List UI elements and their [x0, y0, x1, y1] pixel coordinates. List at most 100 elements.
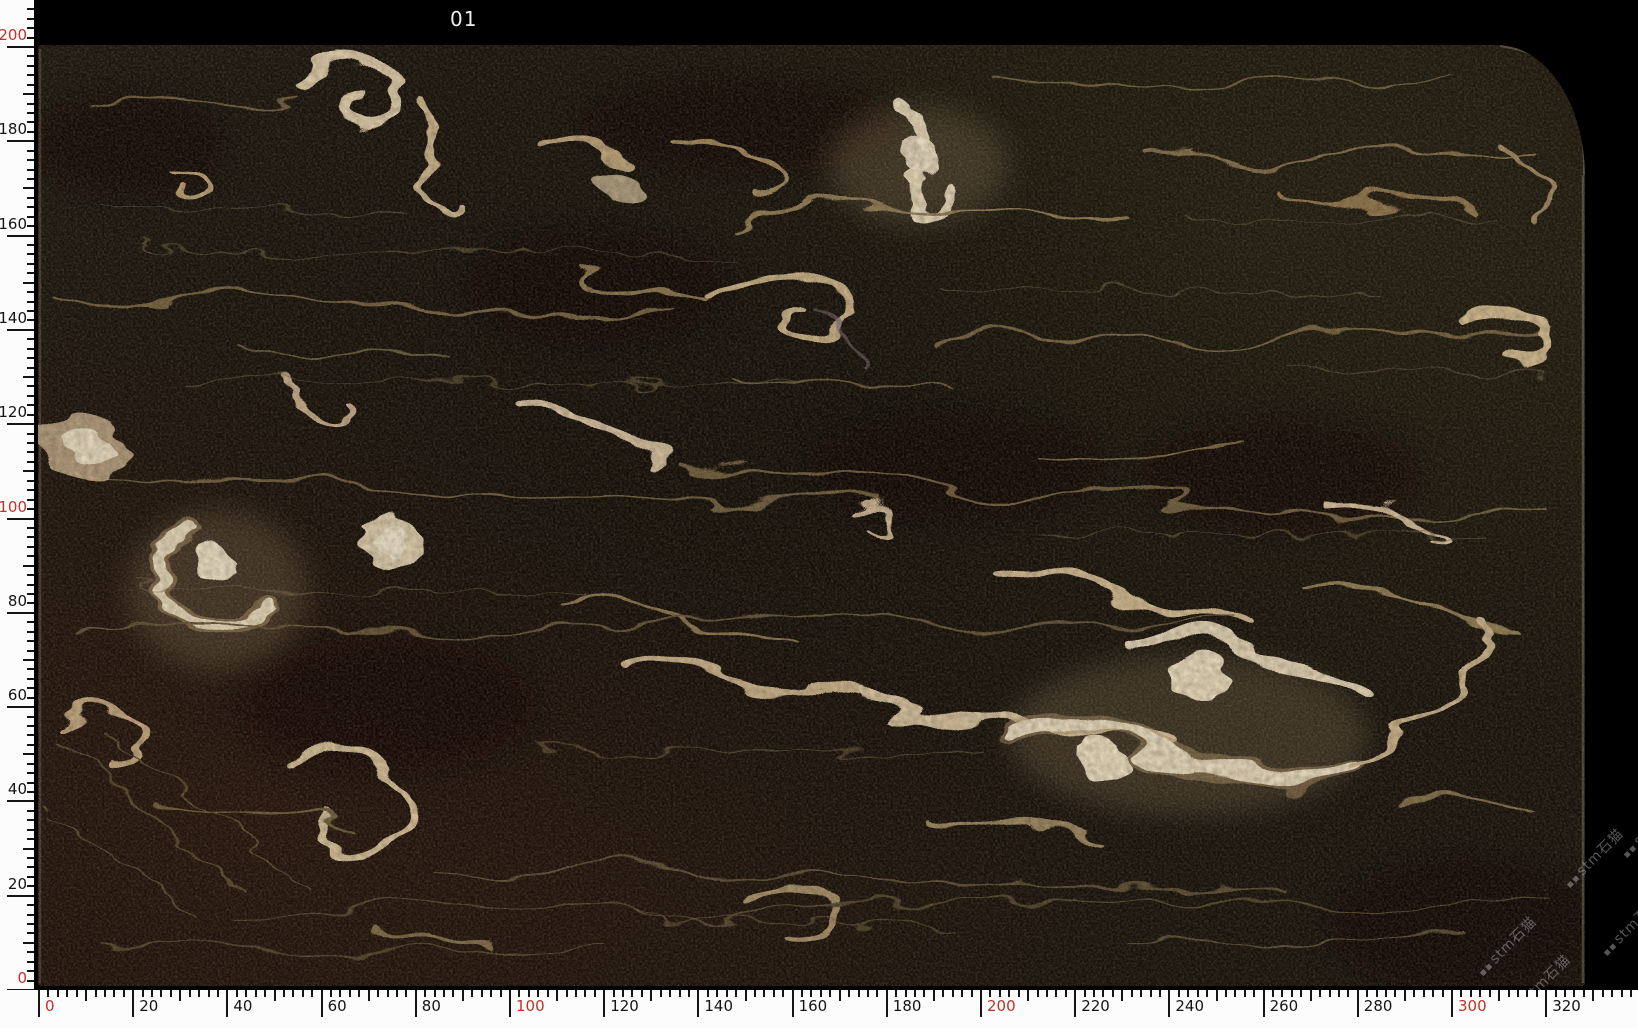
ruler-bottom-tick — [1432, 990, 1434, 997]
ruler-bottom-label: 20 — [139, 998, 158, 1014]
ruler-left-tick — [27, 74, 34, 76]
ruler-bottom-tick — [1281, 990, 1283, 997]
ruler-left-tick — [27, 678, 34, 680]
ruler-bottom-tick — [452, 990, 454, 997]
ruler-bottom-tick — [339, 990, 341, 997]
ruler-left-tick — [27, 169, 34, 171]
ruler-bottom-tick — [933, 990, 935, 1001]
ruler-bottom-tick — [1008, 990, 1010, 997]
ruler-bottom-label: 0 — [45, 998, 55, 1014]
ruler-bottom-tick — [123, 990, 125, 997]
ruler-left-tick — [27, 18, 34, 20]
ruler-left-tick — [27, 819, 34, 821]
ruler-bottom-tick — [566, 990, 568, 997]
ruler-bottom-label: 240 — [1175, 998, 1204, 1014]
ruler-left-tick — [27, 584, 34, 586]
ruler-bottom-tick — [1159, 990, 1161, 997]
ruler-left-tick — [27, 319, 34, 321]
ruler-bottom-tick — [980, 990, 982, 1017]
ruler-left-tick — [27, 716, 34, 718]
ruler-bottom-tick — [1357, 990, 1359, 1017]
ruler-bottom-tick — [236, 990, 238, 997]
ruler-left-tick — [27, 442, 34, 444]
ruler-left-tick — [27, 480, 34, 482]
ruler-bottom-tick — [198, 990, 200, 997]
ruler-left-tick — [27, 734, 34, 736]
ruler-left-label: 140 — [0, 310, 27, 326]
ruler-bottom-tick — [462, 990, 464, 1001]
ruler-bottom-label: 280 — [1364, 998, 1393, 1014]
ruler-bottom-tick — [763, 990, 765, 997]
ruler-bottom-tick — [895, 990, 897, 997]
ruler-bottom-tick — [867, 990, 869, 997]
slab-texture — [38, 45, 1585, 986]
ruler-bottom-tick — [688, 990, 690, 997]
ruler-bottom-tick — [1140, 990, 1142, 997]
ruler-bottom-tick — [1630, 990, 1632, 997]
ruler-bottom-tick — [1536, 990, 1538, 997]
ruler-bottom-tick — [57, 990, 59, 997]
ruler-left-tick — [27, 810, 34, 812]
ruler-bottom-tick — [556, 990, 558, 1001]
ruler-bottom-tick — [754, 990, 756, 997]
ruler-left-tick — [27, 244, 34, 246]
ruler-bottom-tick — [255, 990, 257, 997]
ruler-left-tick — [27, 404, 34, 406]
ruler-left-label: 180 — [0, 121, 27, 137]
ruler-left-tick — [7, 612, 34, 614]
ruler-bottom-tick — [321, 990, 323, 1017]
ruler-bottom-tick — [1404, 990, 1406, 1001]
ruler-left-tick — [27, 338, 34, 340]
ruler-left-tick — [7, 46, 34, 48]
ruler-left-tick — [27, 668, 34, 670]
ruler-bottom-tick — [707, 990, 709, 997]
ruler-bottom-tick — [1197, 990, 1199, 997]
ruler-bottom-tick — [1310, 990, 1312, 1001]
ruler-bottom-tick — [1272, 990, 1274, 997]
ruler-bottom-tick — [923, 990, 925, 997]
ruler-left-tick — [27, 697, 34, 699]
ruler-bottom-label: 120 — [610, 998, 639, 1014]
ruler-left-tick — [27, 301, 34, 303]
ruler-bottom-tick — [792, 990, 794, 1017]
ruler-bottom-tick — [726, 990, 728, 997]
ruler-left-tick — [27, 499, 34, 501]
ruler-bottom-tick — [603, 990, 605, 1017]
ruler-left-tick — [23, 282, 34, 284]
ruler-bottom-tick — [1508, 990, 1510, 997]
ruler-bottom-tick — [660, 990, 662, 997]
ruler-bottom-tick — [1187, 990, 1189, 997]
ruler-left-tick — [27, 150, 34, 152]
ruler-bottom-tick — [1366, 990, 1368, 997]
ruler-bottom-tick — [858, 990, 860, 997]
ruler-bottom-tick — [1168, 990, 1170, 1017]
ruler-bottom-tick — [1018, 990, 1020, 997]
ruler-bottom-tick — [1583, 990, 1585, 997]
ruler-left-tick — [27, 263, 34, 265]
ruler-bottom-tick — [1291, 990, 1293, 997]
ruler-left-tick — [27, 536, 34, 538]
ruler-left-tick — [23, 93, 34, 95]
ruler-bottom-tick — [773, 990, 775, 997]
ruler-bottom-tick — [547, 990, 549, 997]
ruler-bottom-tick — [594, 990, 596, 997]
ruler-bottom-tick — [669, 990, 671, 997]
ruler-bottom-label: 200 — [987, 998, 1016, 1014]
ruler-bottom-tick — [641, 990, 643, 997]
ruler-bottom-tick — [500, 990, 502, 997]
ruler-left-tick — [27, 272, 34, 274]
ruler-bottom-tick — [76, 990, 78, 997]
ruler-bottom-tick — [810, 990, 812, 997]
ruler-left-tick — [27, 914, 34, 916]
ruler-bottom-label: 80 — [422, 998, 441, 1014]
ruler-bottom-tick — [613, 990, 615, 997]
ruler-left-tick — [27, 650, 34, 652]
ruler-bottom-tick — [405, 990, 407, 997]
ruler-left-tick — [27, 131, 34, 133]
ruler-bottom-tick — [47, 990, 49, 997]
ruler-bottom-tick — [330, 990, 332, 997]
ruler-bottom-label: 60 — [328, 998, 347, 1014]
ruler-bottom-tick — [1206, 990, 1208, 997]
ruler-bottom-tick — [829, 990, 831, 997]
ruler-bottom-tick — [1178, 990, 1180, 997]
